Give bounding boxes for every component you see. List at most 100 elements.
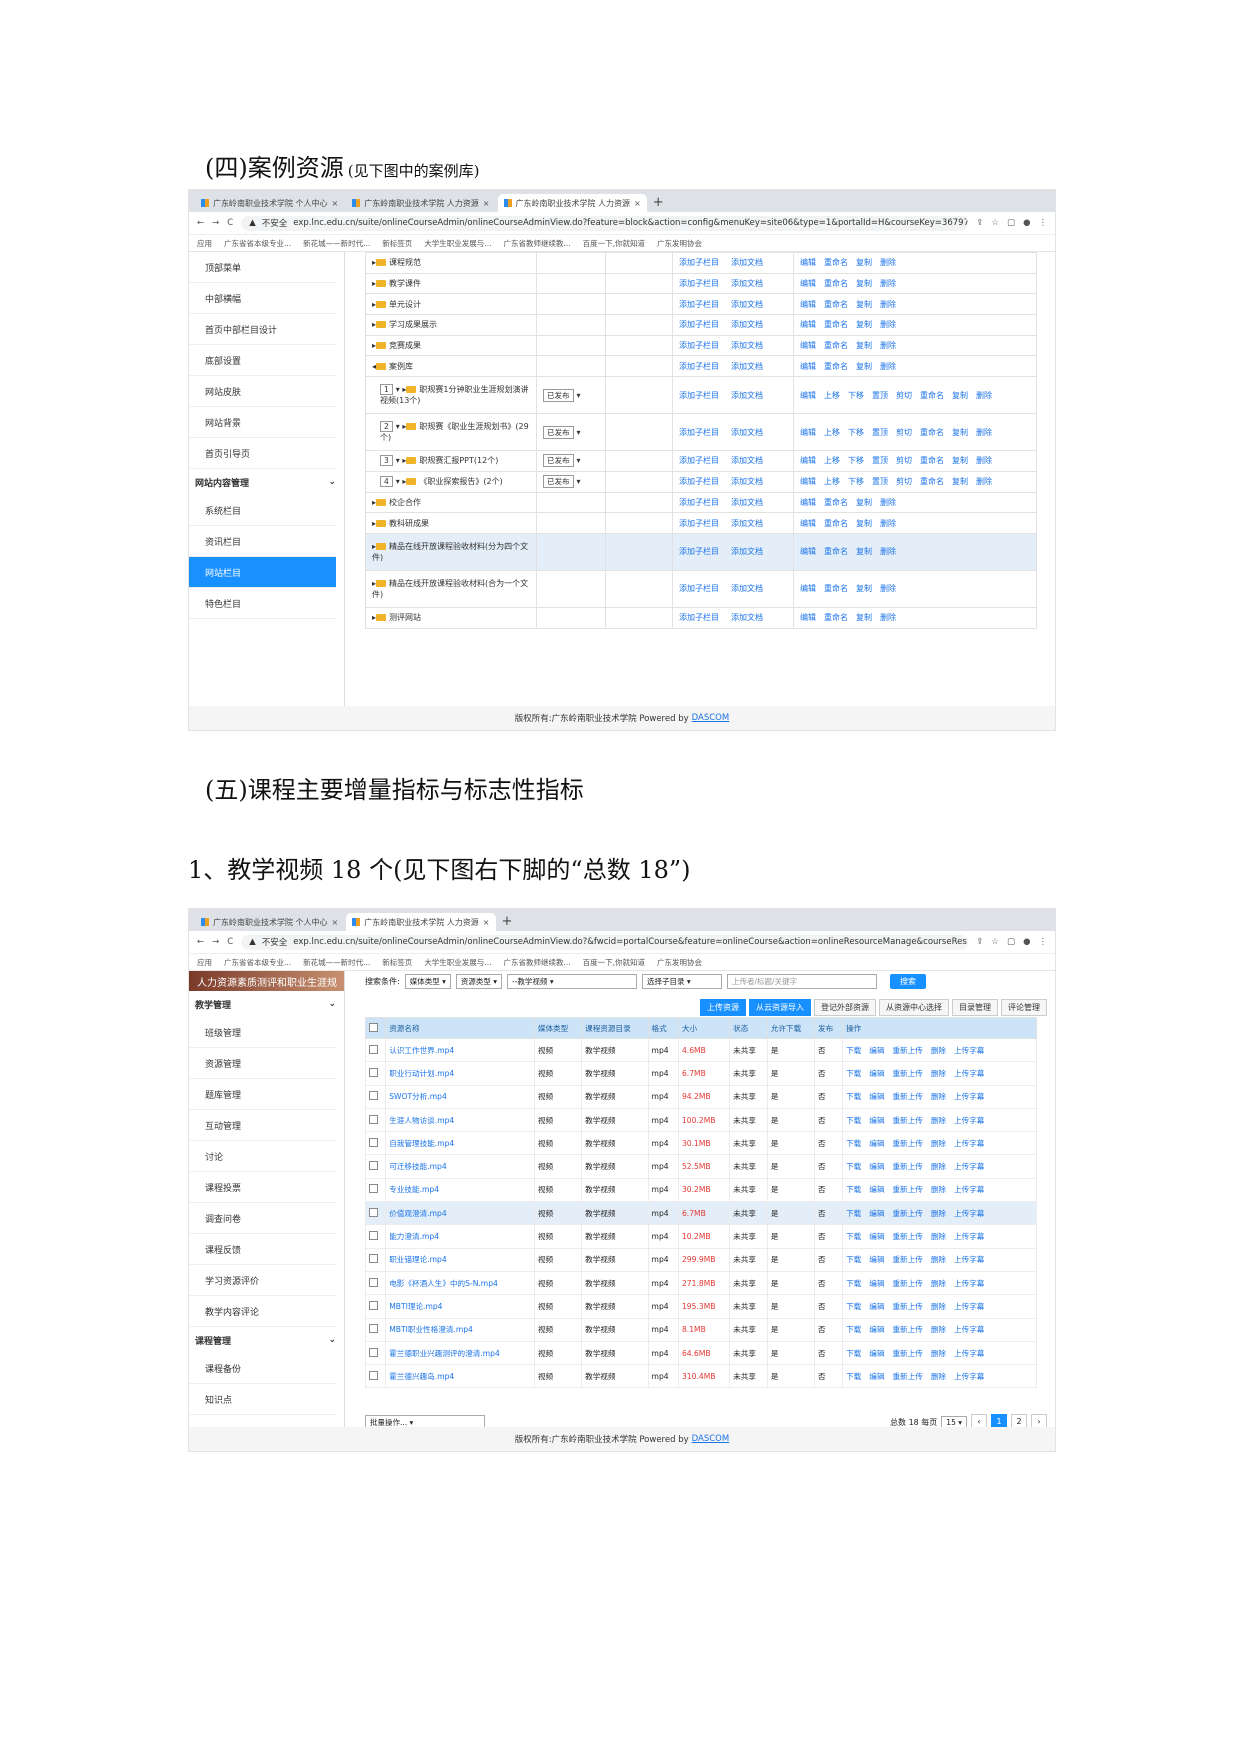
op-link[interactable]: 编辑: [869, 1116, 884, 1125]
op-link[interactable]: 上传字幕: [954, 1185, 984, 1194]
op-link[interactable]: 删除: [976, 456, 992, 465]
op-link[interactable]: 重命名: [920, 477, 944, 486]
op-link[interactable]: 下载: [846, 1139, 861, 1148]
column-name[interactable]: 精品在线开放课程验收材料(合为一个文件): [372, 579, 528, 599]
op-link[interactable]: 删除: [931, 1325, 946, 1334]
profile-icon[interactable]: ●: [1023, 937, 1030, 947]
sidebar-item[interactable]: 首页中部栏目设计: [189, 314, 336, 345]
footer-link[interactable]: DASCOM: [692, 1434, 730, 1444]
op-link[interactable]: 上传字幕: [954, 1302, 984, 1311]
bookmark-item[interactable]: 新花城——新时代...: [303, 238, 370, 249]
op-link[interactable]: 删除: [880, 320, 896, 329]
op-link[interactable]: 下载: [846, 1325, 861, 1334]
bookmark-item[interactable]: 百度一下,你就知道: [583, 957, 645, 968]
cell-name[interactable]: 霍兰德职业兴趣测评的澄清.mp4: [385, 1340, 535, 1366]
column-name[interactable]: 《职业探索报告》(2个): [419, 477, 502, 486]
op-link[interactable]: 删除: [880, 279, 896, 288]
sidebar-item[interactable]: 系统栏目: [189, 495, 336, 526]
publish-status-select[interactable]: 已发布: [543, 388, 574, 402]
browser-tab[interactable]: 广东岭南职业技术学院 个人中心 ×: [195, 913, 344, 931]
op-link[interactable]: 重命名: [824, 362, 848, 371]
op-link[interactable]: 删除: [880, 613, 896, 622]
order-select[interactable]: 2: [380, 421, 393, 433]
op-link[interactable]: 剪切: [896, 456, 912, 465]
op-link[interactable]: 复制: [856, 300, 872, 309]
column-name[interactable]: 教学课件: [389, 279, 421, 288]
column-name[interactable]: 精品在线开放课程验收材料(分为四个文件): [372, 542, 528, 562]
sidebar-group[interactable]: 教学管理 ⌄: [189, 991, 344, 1017]
op-link[interactable]: 删除: [931, 1069, 946, 1078]
row-checkbox[interactable]: [369, 1137, 378, 1147]
op-link[interactable]: 删除: [880, 498, 896, 507]
op-link[interactable]: 上传字幕: [954, 1279, 984, 1288]
op-link[interactable]: 下移: [848, 477, 864, 486]
add-link[interactable]: 添加子栏目: [679, 613, 719, 622]
add-link[interactable]: 添加子栏目: [679, 519, 719, 528]
op-link[interactable]: 下载: [846, 1185, 861, 1194]
op-link[interactable]: 下载: [846, 1372, 861, 1381]
add-link[interactable]: 添加子栏目: [679, 498, 719, 507]
op-link[interactable]: 删除: [931, 1349, 946, 1358]
add-link[interactable]: 添加文档: [731, 613, 763, 622]
footer-link[interactable]: DASCOM: [692, 713, 730, 723]
op-link[interactable]: 编辑: [800, 519, 816, 528]
add-link[interactable]: 添加文档: [731, 320, 763, 329]
column-name[interactable]: 课程规范: [389, 258, 421, 267]
op-link[interactable]: 删除: [880, 519, 896, 528]
url-field[interactable]: ▲ 不安全 exp.lnc.edu.cn/suite/onlineCourseA…: [241, 934, 969, 950]
order-select[interactable]: 1: [380, 384, 393, 396]
close-tab-icon[interactable]: ×: [332, 199, 339, 208]
toolbar-button[interactable]: 登记外部资源: [814, 999, 876, 1016]
add-link[interactable]: 添加子栏目: [679, 584, 719, 593]
star-icon[interactable]: ☆: [991, 218, 999, 228]
op-link[interactable]: 重新上传: [892, 1092, 922, 1101]
op-link[interactable]: 编辑: [800, 362, 816, 371]
column-name[interactable]: 职规赛汇报PPT(12个): [419, 456, 498, 465]
op-link[interactable]: 重命名: [824, 258, 848, 267]
cell-name[interactable]: 自我管理技能.mp4: [385, 1131, 535, 1156]
op-link[interactable]: 编辑: [869, 1325, 884, 1334]
op-link[interactable]: 重新上传: [892, 1255, 922, 1264]
publish-status-select[interactable]: 已发布: [543, 425, 574, 439]
op-link[interactable]: 编辑: [869, 1209, 884, 1218]
add-link[interactable]: 添加子栏目: [679, 391, 719, 400]
op-link[interactable]: 删除: [931, 1232, 946, 1241]
op-link[interactable]: 编辑: [869, 1302, 884, 1311]
op-link[interactable]: 下载: [846, 1046, 861, 1055]
op-link[interactable]: 重新上传: [892, 1372, 922, 1381]
op-link[interactable]: 下移: [848, 428, 864, 437]
toolbar-button[interactable]: 从资源中心选择: [879, 999, 949, 1016]
add-link[interactable]: 添加子栏目: [679, 428, 719, 437]
sidebar-item[interactable]: 讨论: [189, 1141, 336, 1172]
op-link[interactable]: 复制: [856, 362, 872, 371]
add-link[interactable]: 添加文档: [731, 258, 763, 267]
sidebar-item[interactable]: 底部设置: [189, 345, 336, 376]
column-name[interactable]: 案例库: [389, 362, 413, 371]
op-link[interactable]: 删除: [931, 1092, 946, 1101]
sidebar-item[interactable]: 首页引导页: [189, 438, 336, 469]
op-link[interactable]: 编辑: [869, 1232, 884, 1241]
profile-icon[interactable]: ●: [1023, 218, 1030, 228]
close-tab-icon[interactable]: ×: [483, 918, 490, 927]
op-link[interactable]: 下载: [846, 1349, 861, 1358]
op-link[interactable]: 编辑: [869, 1092, 884, 1101]
op-link[interactable]: 编辑: [800, 498, 816, 507]
cell-name[interactable]: 霍兰德兴趣岛.mp4: [385, 1364, 535, 1389]
menu-icon[interactable]: ⋮: [1039, 218, 1048, 228]
op-link[interactable]: 下移: [848, 456, 864, 465]
op-link[interactable]: 编辑: [800, 258, 816, 267]
op-link[interactable]: 上传字幕: [954, 1209, 984, 1218]
sidebar-item[interactable]: 知识点: [189, 1384, 336, 1415]
op-link[interactable]: 下载: [846, 1092, 861, 1101]
op-link[interactable]: 删除: [931, 1116, 946, 1125]
row-checkbox[interactable]: [369, 1207, 378, 1217]
order-select[interactable]: 3: [380, 455, 393, 467]
op-link[interactable]: 下载: [846, 1209, 861, 1218]
op-link[interactable]: 上传字幕: [954, 1046, 984, 1055]
cell-name[interactable]: 认识工作世界.mp4: [385, 1037, 535, 1063]
sidebar-item[interactable]: 中部横幅: [189, 283, 336, 314]
op-link[interactable]: 上传字幕: [954, 1139, 984, 1148]
back-icon[interactable]: ←: [197, 218, 204, 228]
op-link[interactable]: 重新上传: [892, 1069, 922, 1078]
op-link[interactable]: 上传字幕: [954, 1092, 984, 1101]
